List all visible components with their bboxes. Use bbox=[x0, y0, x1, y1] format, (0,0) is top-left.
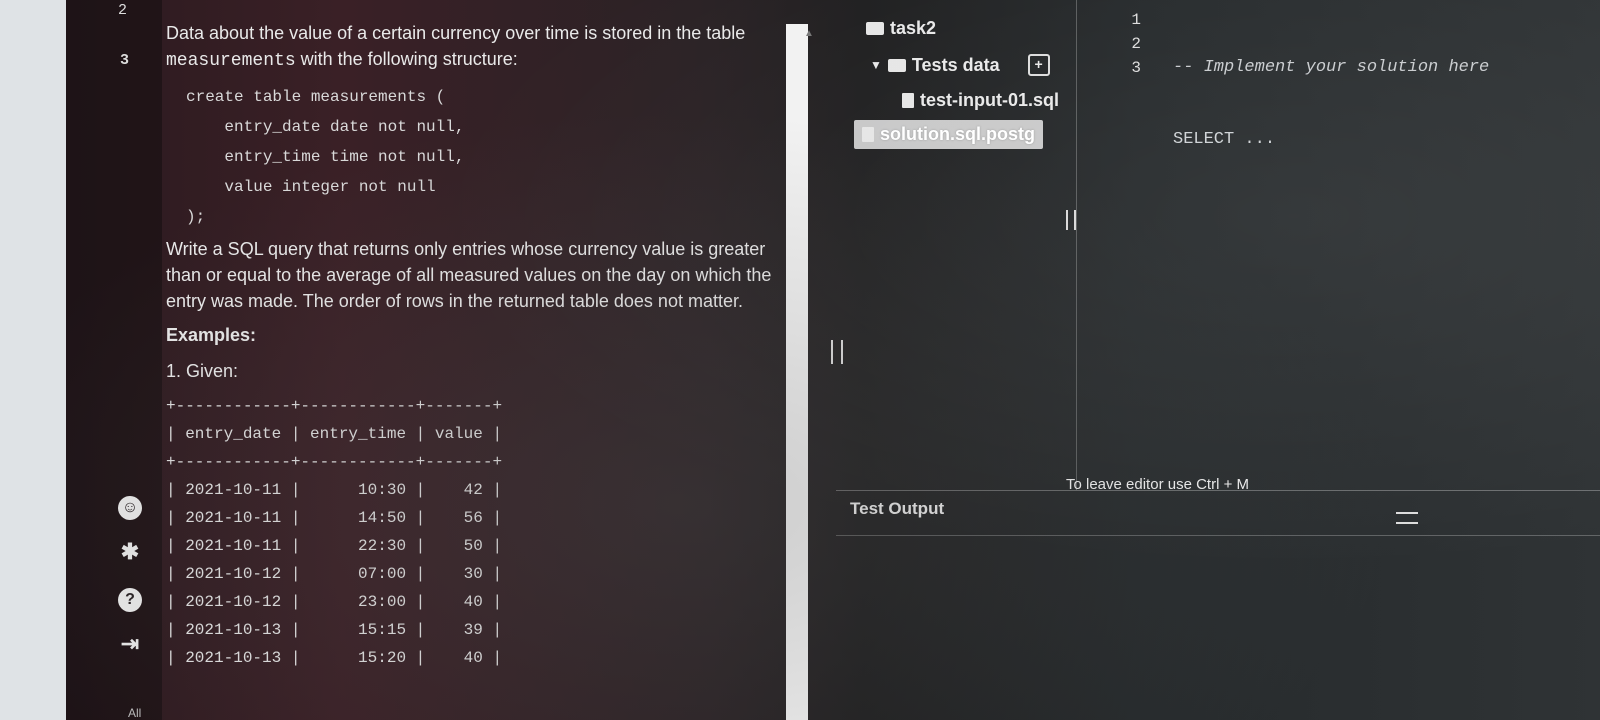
problem-scrollbar[interactable] bbox=[786, 24, 808, 720]
file-icon bbox=[862, 127, 874, 142]
table-name: measurements bbox=[166, 51, 296, 71]
test-output-panel: Test Output bbox=[836, 490, 1600, 720]
editor-line-number: 2 bbox=[1131, 35, 1141, 53]
problem-intro: Data about the value of a certain curren… bbox=[166, 20, 856, 74]
line-number: 3 bbox=[120, 52, 130, 69]
file-icon bbox=[902, 93, 914, 108]
problem-statement: Data about the value of a certain curren… bbox=[166, 20, 856, 672]
intro-text: Data about the value of a certain curren… bbox=[166, 23, 746, 43]
tree-root[interactable]: task2 bbox=[866, 18, 936, 39]
output-resize-handle[interactable] bbox=[1396, 512, 1418, 524]
task-description: Write a SQL query that returns only entr… bbox=[166, 239, 772, 311]
example-table: +------------+------------+-------+ | en… bbox=[166, 397, 503, 667]
code-editor[interactable]: 1 2 3 -- Implement your solution here SE… bbox=[1076, 0, 1600, 490]
code-line[interactable]: -- Implement your solution here bbox=[1173, 56, 1489, 80]
tests-folder-label: Tests data bbox=[911, 54, 1000, 75]
test-file-label: test-input-01.sql bbox=[920, 90, 1060, 110]
divider bbox=[836, 535, 1600, 536]
example-label: 1. Given: bbox=[166, 361, 239, 381]
editor-gutter: 1 2 3 bbox=[1121, 8, 1141, 80]
pane-resize-handle[interactable] bbox=[831, 340, 843, 364]
accessibility-icon[interactable]: ☺ bbox=[118, 496, 142, 520]
intro-text-2: with the following structure: bbox=[295, 49, 518, 69]
code-line[interactable]: SELECT ... bbox=[1173, 128, 1489, 152]
selected-file-label: solution.sql.postg bbox=[880, 124, 1035, 144]
settings-icon[interactable]: ✱ bbox=[118, 539, 142, 564]
editor-line-number: 3 bbox=[1131, 59, 1141, 77]
folder-icon bbox=[887, 58, 906, 72]
code-line[interactable] bbox=[1173, 200, 1489, 224]
examples-heading: Examples: bbox=[166, 325, 257, 345]
line-number: 2 bbox=[118, 2, 128, 19]
help-icon[interactable]: ? bbox=[118, 588, 142, 612]
tree-tests-folder[interactable]: ▼ Tests data + bbox=[870, 54, 1050, 76]
logout-icon[interactable]: ⇥ bbox=[118, 631, 142, 656]
folder-icon bbox=[866, 22, 884, 35]
tree-resize-handle[interactable] bbox=[1066, 210, 1076, 230]
ide-screen: 2 3 ☺ ✱ ? ⇥ All chang Data about the val… bbox=[66, 0, 1600, 720]
test-output-title: Test Output bbox=[850, 499, 945, 518]
tree-root-label: task2 bbox=[890, 18, 937, 38]
tree-selected-file[interactable]: solution.sql.postg bbox=[854, 120, 1043, 149]
left-rail: 2 3 ☺ ✱ ? ⇥ All chang bbox=[66, 0, 162, 720]
chevron-down-icon: ▼ bbox=[870, 58, 882, 72]
scroll-up-icon[interactable]: ▲ bbox=[804, 28, 814, 40]
add-file-icon[interactable]: + bbox=[1027, 54, 1050, 76]
schema-code: create table measurements ( entry_date d… bbox=[186, 88, 465, 226]
editor-line-number: 1 bbox=[1131, 11, 1141, 29]
autosave-status: All chang bbox=[128, 706, 142, 720]
editor-content[interactable]: -- Implement your solution here SELECT .… bbox=[1173, 8, 1489, 272]
tree-test-file[interactable]: test-input-01.sql bbox=[902, 90, 1059, 111]
